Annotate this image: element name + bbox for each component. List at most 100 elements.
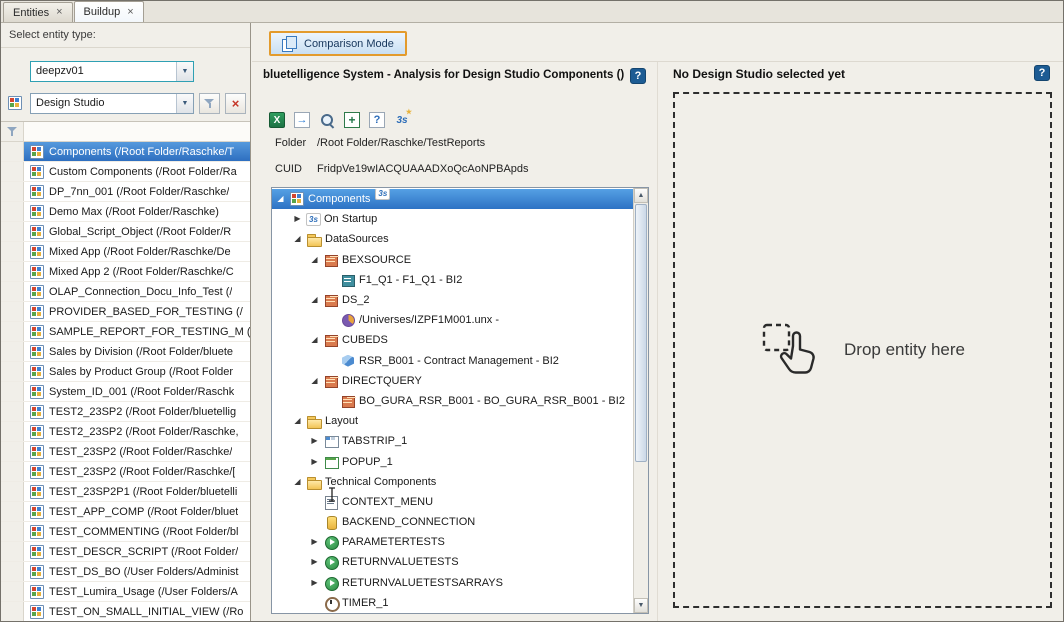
collapse-arrow-icon[interactable]: ▶ <box>309 558 320 566</box>
tree-row[interactable]: CONTEXT_MENU <box>272 492 633 512</box>
entity-list-item[interactable]: PROVIDER_BASED_FOR_TESTING (/ <box>1 302 250 322</box>
scroll-down-button[interactable]: ▼ <box>634 598 648 613</box>
entity-list-item[interactable]: TEST_Lumira_Usage (/User Folders/A <box>1 582 250 602</box>
expand-arrow-icon[interactable]: ◢ <box>309 256 320 264</box>
expand-arrow-icon[interactable]: ◢ <box>292 478 303 486</box>
scrollbar-thumb[interactable] <box>635 204 647 462</box>
tree-row[interactable]: RSR_B001 - Contract Management - BI2 <box>272 351 633 371</box>
expand-arrow-icon[interactable]: ◢ <box>309 336 320 344</box>
tree-row[interactable]: ◢ DataSources <box>272 229 633 249</box>
entity-type-combo[interactable]: Design Studio ▼ <box>30 93 194 114</box>
entity-list-item[interactable]: TEST2_23SP2 (/Root Folder/bluetellig <box>1 402 250 422</box>
tree-row[interactable]: TIMER_1 <box>272 593 633 613</box>
expand-arrow-icon[interactable]: ◢ <box>292 235 303 243</box>
entity-list-item[interactable]: TEST_DS_BO (/User Folders/Administ <box>1 562 250 582</box>
entity-list-item[interactable]: TEST_DESCR_SCRIPT (/Root Folder/ <box>1 542 250 562</box>
entity-label: TEST_23SP2P1 (/Root Folder/bluetelli <box>49 486 237 498</box>
entity-icon <box>29 464 44 479</box>
help-doc-button[interactable]: ? <box>367 110 387 130</box>
filter-edit-button[interactable] <box>199 93 220 114</box>
entity-cell: TEST_ON_SMALL_INITIAL_VIEW (/Ro <box>24 602 250 621</box>
entity-list-item[interactable]: SAMPLE_REPORT_FOR_TESTING_M ( <box>1 322 250 342</box>
clear-filter-icon: × <box>232 97 240 110</box>
excel-new-button[interactable]: + <box>342 110 362 130</box>
entity-list-item[interactable]: TEST_COMMENTING (/Root Folder/bl <box>1 522 250 542</box>
entity-list-item[interactable]: Global_Script_Object (/Root Folder/R <box>1 222 250 242</box>
export-report-button[interactable]: → <box>292 110 312 130</box>
expand-arrow-icon[interactable]: ◢ <box>309 296 320 304</box>
entity-list-item[interactable]: TEST2_23SP2 (/Root Folder/Raschke, <box>1 422 250 442</box>
entity-list-item[interactable]: DP_7nn_001 (/Root Folder/Raschke/ <box>1 182 250 202</box>
entity-list-item[interactable]: TEST_23SP2 (/Root Folder/Raschke/[ <box>1 462 250 482</box>
threes-export-button[interactable]: 3s <box>392 110 412 130</box>
tree-row[interactable]: F1_Q1 - F1_Q1 - BI2 <box>272 270 633 290</box>
entity-list-item[interactable]: System_ID_001 (/Root Folder/Raschk <box>1 382 250 402</box>
entity-list-item[interactable]: Components (/Root Folder/Raschke/T <box>1 142 250 162</box>
tree-row[interactable]: BACKEND_CONNECTION <box>272 512 633 532</box>
tree-scrollbar[interactable]: ▲ ▼ <box>633 188 648 613</box>
tree-row[interactable]: ◢ BEXSOURCE <box>272 250 633 270</box>
tree-row[interactable]: ◢ Layout <box>272 411 633 431</box>
tree-row[interactable]: ◢ DS_2 <box>272 290 633 310</box>
entity-list-item[interactable]: TEST_23SP2 (/Root Folder/Raschke/ <box>1 442 250 462</box>
filter-icon <box>204 98 215 109</box>
clear-filter-button[interactable]: × <box>225 93 246 114</box>
tree-row[interactable]: ▶ 3s On Startup <box>272 209 633 229</box>
export-excel-button[interactable]: X <box>267 110 287 130</box>
entity-list-item[interactable]: Demo Max (/Root Folder/Raschke) <box>1 202 250 222</box>
entity-list-item[interactable]: Sales by Product Group (/Root Folder <box>1 362 250 382</box>
tree-row[interactable]: ▶ RETURNVALUETESTSARRAYS <box>272 573 633 593</box>
entity-list-item[interactable]: OLAP_Connection_Docu_Info_Test (/ <box>1 282 250 302</box>
help-button-dropzone[interactable]: ? <box>1034 65 1050 81</box>
tree-row[interactable]: ▶ TABSTRIP_1 <box>272 431 633 451</box>
entity-list-item[interactable]: Custom Components (/Root Folder/Ra <box>1 162 250 182</box>
entity-list-item[interactable]: Mixed App (/Root Folder/Raschke/De <box>1 242 250 262</box>
expand-arrow-icon[interactable]: ◢ <box>292 417 303 425</box>
entity-icon <box>29 184 44 199</box>
tree-row[interactable]: ◢ CUBEDS <box>272 330 633 350</box>
tree-row[interactable]: BO_GURA_RSR_B001 - BO_GURA_RSR_B001 - BI… <box>272 391 633 411</box>
tree-row[interactable]: ◢ DIRECTQUERY <box>272 371 633 391</box>
close-icon[interactable]: × <box>127 7 133 18</box>
tab-entities[interactable]: Entities × <box>3 2 73 22</box>
tree-row[interactable]: ▶ POPUP_1 <box>272 451 633 471</box>
chevron-down-icon[interactable]: ▼ <box>176 62 193 81</box>
tree-label: F1_Q1 - F1_Q1 - BI2 <box>359 274 462 286</box>
system-combo[interactable]: deepzv01 ▼ <box>30 61 194 82</box>
close-icon[interactable]: × <box>56 7 62 18</box>
entity-list-item[interactable]: Sales by Division (/Root Folder/bluete <box>1 342 250 362</box>
collapse-arrow-icon[interactable]: ▶ <box>292 215 303 223</box>
tree-row[interactable]: ▶ PARAMETERTESTS <box>272 532 633 552</box>
tree-row[interactable]: /Universes/IZPF1M001.unx - <box>272 310 633 330</box>
entity-drop-zone[interactable]: Drop entity here <box>673 92 1052 608</box>
entity-label: TEST_ON_SMALL_INITIAL_VIEW (/Ro <box>49 606 243 618</box>
entity-cell: TEST_DS_BO (/User Folders/Administ <box>24 562 250 581</box>
entity-filter-row[interactable] <box>1 122 250 142</box>
help-button-analysis[interactable]: ? <box>630 68 646 84</box>
tree-row[interactable]: ◢ Components 3s <box>272 189 633 209</box>
entity-icon <box>29 264 44 279</box>
entity-cell: DP_7nn_001 (/Root Folder/Raschke/ <box>24 182 250 201</box>
entity-list-item[interactable]: TEST_APP_COMP (/Root Folder/bluet <box>1 502 250 522</box>
entity-list-item[interactable]: TEST_ON_SMALL_INITIAL_VIEW (/Ro <box>1 602 250 621</box>
expand-arrow-icon[interactable]: ◢ <box>309 377 320 385</box>
tree-label: PARAMETERTESTS <box>342 536 445 548</box>
scroll-up-button[interactable]: ▲ <box>634 188 648 203</box>
entity-cell: OLAP_Connection_Docu_Info_Test (/ <box>24 282 250 301</box>
tab-buildup[interactable]: Buildup × <box>74 1 144 22</box>
chevron-down-icon[interactable]: ▼ <box>176 94 193 113</box>
collapse-arrow-icon[interactable]: ▶ <box>309 458 320 466</box>
comparison-mode-button[interactable]: Comparison Mode <box>269 31 407 56</box>
collapse-arrow-icon[interactable]: ▶ <box>309 538 320 546</box>
entity-list-item[interactable]: TEST_23SP2P1 (/Root Folder/bluetelli <box>1 482 250 502</box>
sidebar-separator <box>1 47 250 48</box>
tab-label: Buildup <box>84 6 121 18</box>
collapse-arrow-icon[interactable]: ▶ <box>309 579 320 587</box>
tree-row[interactable]: ▶ RETURNVALUETESTS <box>272 552 633 572</box>
system-combo-value: deepzv01 <box>31 62 176 81</box>
collapse-arrow-icon[interactable]: ▶ <box>309 437 320 445</box>
tree-row[interactable]: ◢ Technical Components <box>272 472 633 492</box>
expand-arrow-icon[interactable]: ◢ <box>275 195 286 203</box>
zoom-button[interactable] <box>317 110 337 130</box>
entity-list-item[interactable]: Mixed App 2 (/Root Folder/Raschke/C <box>1 262 250 282</box>
